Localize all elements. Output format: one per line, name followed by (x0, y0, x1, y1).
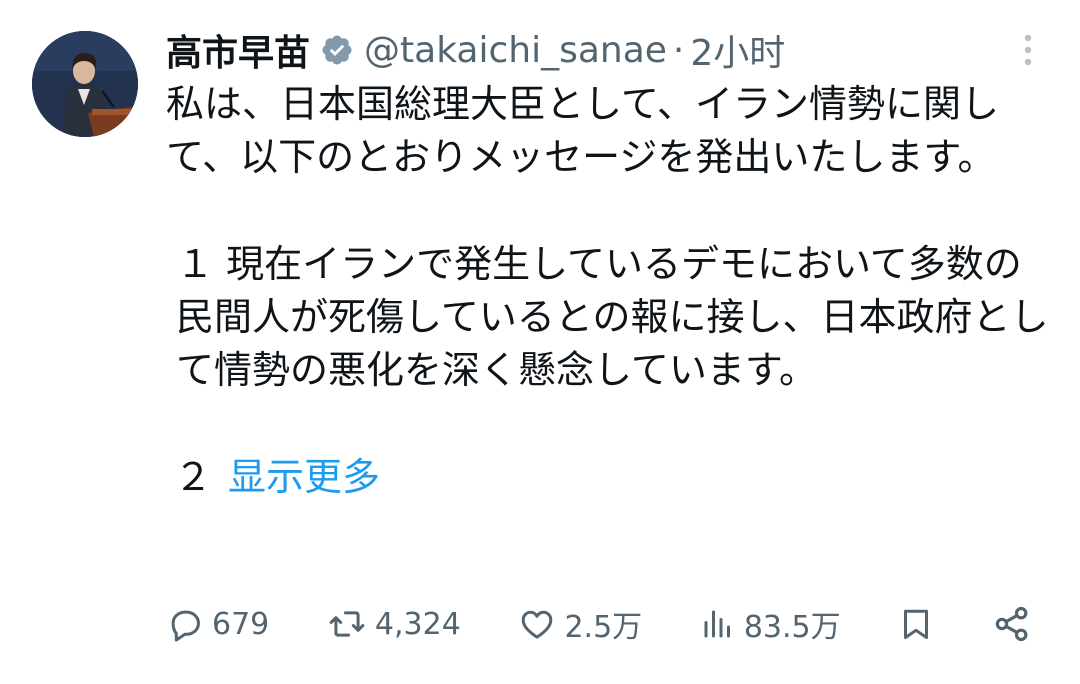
author-handle[interactable]: @takaichi_sanae (364, 30, 667, 71)
author-name[interactable]: 高市早苗 (166, 24, 310, 76)
tweet-body: 私は、日本国総理大臣として、イラン情勢に関して、以下のとおりメッセージを発出いた… (166, 78, 1056, 504)
action-bar: 679 4,324 2.5万 83.5万 (166, 598, 1032, 650)
like-count: 2.5万 (564, 610, 643, 645)
avatar[interactable] (32, 31, 138, 137)
reply-icon (166, 605, 204, 643)
share-button[interactable] (992, 604, 1032, 644)
more-options-icon[interactable] (1012, 30, 1044, 70)
tweet-paragraph-2: １ 現在イランで発生しているデモにおいて多数の民間人が死傷しているとの報に接し、… (176, 242, 1049, 392)
timestamp[interactable]: 2小时 (690, 24, 785, 76)
retweet-count: 4,324 (374, 606, 461, 642)
bookmark-button[interactable] (898, 604, 934, 644)
view-count: 83.5万 (743, 610, 841, 645)
tweet-paragraph-1: 私は、日本国総理大臣として、イラン情勢に関して、以下のとおりメッセージを発出いた… (166, 82, 999, 179)
retweet-button[interactable]: 4,324 (327, 605, 461, 643)
bar-chart-icon (700, 605, 736, 643)
paragraph-3-prefix: ２ (174, 455, 213, 499)
avatar-image (32, 31, 138, 137)
separator: · (672, 29, 685, 71)
tweet-header: 高市早苗 @takaichi_sanae · 2小时 (166, 22, 785, 78)
show-more-link[interactable]: 显示更多 (228, 451, 380, 504)
bookmark-icon (898, 604, 934, 644)
heart-icon (518, 605, 556, 643)
verified-badge-icon (320, 33, 354, 67)
share-icon (992, 604, 1032, 644)
tweet-paragraph-3: ２ 显示更多 (166, 451, 1056, 504)
like-button[interactable]: 2.5万 (518, 602, 642, 646)
reply-button[interactable]: 679 (166, 605, 269, 643)
retweet-icon (327, 605, 367, 643)
views-button[interactable]: 83.5万 (700, 602, 841, 646)
reply-count: 679 (212, 606, 270, 642)
